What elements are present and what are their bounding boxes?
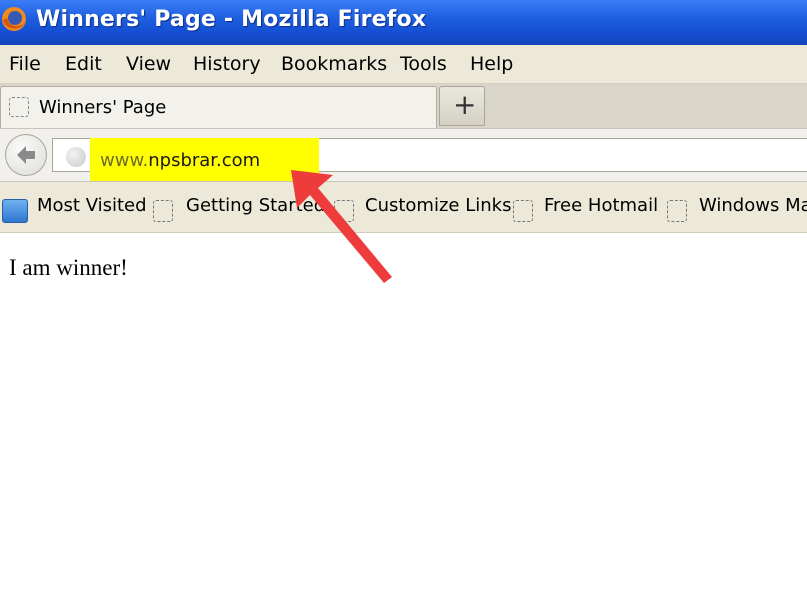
bookmark-page-icon xyxy=(334,200,354,222)
menu-view[interactable]: View xyxy=(126,53,171,75)
tab-winners-page[interactable]: Winners' Page xyxy=(0,86,437,128)
firefox-icon xyxy=(2,7,26,31)
menu-edit[interactable]: Edit xyxy=(65,53,102,75)
menu-history[interactable]: History xyxy=(193,53,261,75)
menu-tools[interactable]: Tools xyxy=(400,53,447,75)
bookmark-free-hotmail[interactable]: Free Hotmail xyxy=(544,195,658,216)
bookmark-windows-ma[interactable]: Windows Ma xyxy=(699,195,807,216)
title-bar: Winners' Page - Mozilla Firefox xyxy=(0,0,807,45)
menu-help[interactable]: Help xyxy=(470,53,513,75)
bookmark-getting-started[interactable]: Getting Started xyxy=(186,195,325,216)
page-content-text: I am winner! xyxy=(9,255,128,280)
most-visited-icon xyxy=(2,199,28,223)
bookmark-customize-links[interactable]: Customize Links xyxy=(365,195,511,216)
window-title: Winners' Page - Mozilla Firefox xyxy=(36,7,427,32)
new-tab-button[interactable]: + xyxy=(439,86,485,126)
plus-icon: + xyxy=(453,88,477,121)
menu-file[interactable]: File xyxy=(9,53,41,75)
back-button[interactable] xyxy=(5,134,47,176)
site-identity-icon[interactable] xyxy=(66,147,86,167)
tab-label: Winners' Page xyxy=(39,97,167,118)
url-domain: npsbrar.com xyxy=(148,150,261,171)
page-favicon-icon xyxy=(9,97,29,117)
menu-bar: File Edit View History Bookmarks Tools H… xyxy=(0,45,807,84)
bookmark-page-icon xyxy=(153,200,173,222)
url-text[interactable]: www.npsbrar.com xyxy=(100,150,260,171)
bookmark-page-icon xyxy=(513,200,533,222)
tab-strip: Winners' Page + xyxy=(0,84,807,128)
bookmark-most-visited[interactable]: Most Visited xyxy=(37,195,147,216)
url-prefix: www. xyxy=(100,150,149,171)
menu-bookmarks[interactable]: Bookmarks xyxy=(281,53,387,75)
back-arrow-icon xyxy=(17,146,35,164)
bookmark-page-icon xyxy=(667,200,687,222)
